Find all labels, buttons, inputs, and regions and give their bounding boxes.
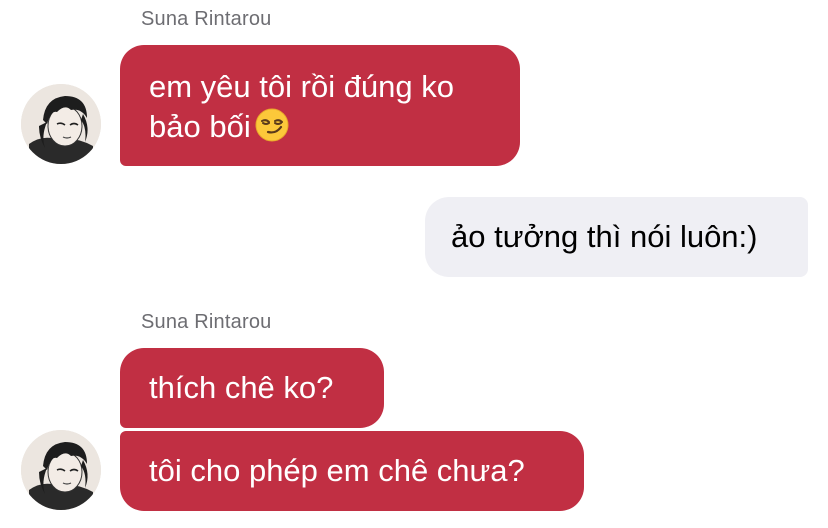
avatar[interactable] (21, 84, 101, 164)
avatar-illustration-icon (21, 430, 101, 510)
sender-name: Suna Rintarou (141, 8, 272, 30)
incoming-message-bubble[interactable]: tôi cho phép em chê chưa? (120, 431, 584, 511)
message-text-line: bảo bối (149, 107, 492, 147)
message-text: ảo tưởng thì nói luôn:) (451, 219, 758, 254)
avatar[interactable] (21, 430, 101, 510)
message-text: thích chê ko? (149, 370, 334, 405)
smirking-face-emoji-icon (255, 108, 289, 142)
incoming-message-bubble[interactable]: thích chê ko? (120, 348, 384, 428)
avatar-illustration-icon (21, 84, 101, 164)
incoming-message-bubble[interactable]: em yêu tôi rồi đúng ko bảo bối (120, 45, 520, 166)
sender-name: Suna Rintarou (141, 311, 272, 333)
message-text-line: em yêu tôi rồi đúng ko (149, 69, 455, 104)
message-text: bảo bối (149, 109, 251, 144)
message-text: tôi cho phép em chê chưa? (149, 453, 525, 488)
outgoing-message-bubble[interactable]: ảo tưởng thì nói luôn:) (425, 197, 808, 277)
